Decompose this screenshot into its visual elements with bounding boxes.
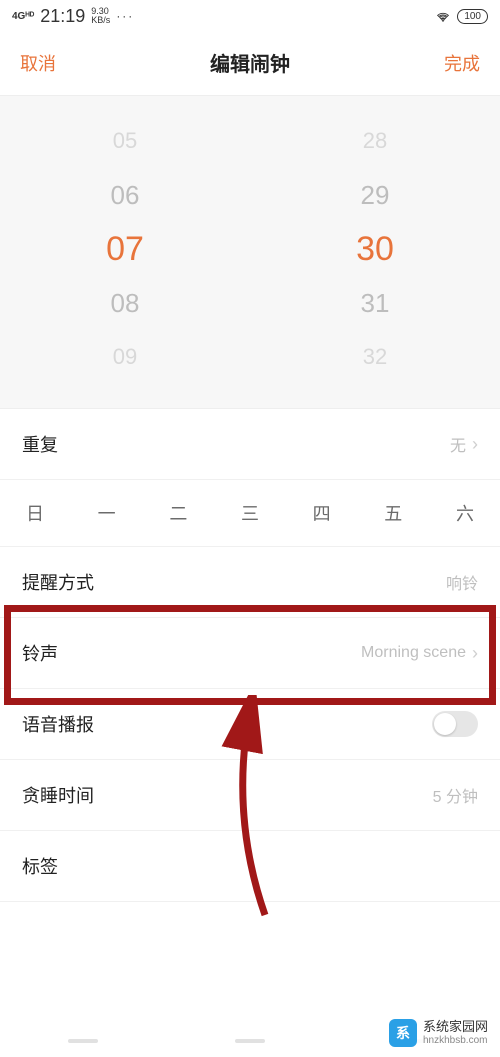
minute-column[interactable]: 28 29 30 31 32 — [250, 120, 500, 378]
ringtone-value: Morning scene — [361, 644, 466, 662]
weekday-mon[interactable]: 一 — [98, 500, 116, 526]
ringtone-row[interactable]: 铃声 Morning scene › — [0, 618, 500, 689]
weekday-tue[interactable]: 二 — [169, 500, 187, 526]
voice-toggle[interactable] — [432, 711, 478, 737]
weekday-sun[interactable]: 日 — [26, 500, 44, 526]
repeat-row[interactable]: 重复 无 › — [0, 409, 500, 480]
network-indicator: 4Gᴴᴰ — [12, 11, 34, 22]
wifi-icon — [435, 10, 451, 22]
watermark-text: 系统家园网 hnzkhbsb.com — [423, 1020, 488, 1046]
cancel-button[interactable]: 取消 — [20, 50, 56, 76]
settings-list: 重复 无 › 日 一 二 三 四 五 六 提醒方式 响铃 铃声 Morning … — [0, 409, 500, 902]
battery-indicator: 100 — [457, 9, 488, 24]
hour-option[interactable]: 09 — [113, 336, 137, 378]
status-time: 21:19 — [40, 6, 85, 27]
snooze-row[interactable]: 贪睡时间 5 分钟 — [0, 760, 500, 831]
voice-label: 语音播报 — [22, 711, 94, 737]
tag-row[interactable]: 标签 — [0, 831, 500, 902]
minute-option[interactable]: 32 — [363, 336, 387, 378]
hour-option[interactable]: 06 — [111, 174, 140, 216]
more-dots: ··· — [116, 9, 134, 23]
remind-label: 提醒方式 — [22, 569, 94, 595]
hour-option[interactable]: 08 — [111, 282, 140, 324]
hour-option[interactable]: 05 — [113, 120, 137, 162]
remind-value: 响铃 — [446, 570, 478, 594]
weekday-fri[interactable]: 五 — [384, 500, 402, 526]
status-bar: 4Gᴴᴰ 21:19 9.30 KB/s ··· 100 — [0, 0, 500, 32]
remind-method-row[interactable]: 提醒方式 响铃 — [0, 547, 500, 618]
watermark-brand: 系统家园网 — [423, 1020, 488, 1035]
minute-option[interactable]: 28 — [363, 120, 387, 162]
chevron-right-icon: › — [472, 434, 478, 455]
snooze-value: 5 分钟 — [433, 783, 478, 807]
done-button[interactable]: 完成 — [444, 50, 480, 76]
watermark: 系 系统家园网 hnzkhbsb.com — [385, 1017, 492, 1049]
weekday-wed[interactable]: 三 — [241, 500, 259, 526]
weekday-selector[interactable]: 日 一 二 三 四 五 六 — [0, 480, 500, 547]
net-speed-unit: KB/s — [91, 15, 110, 25]
snooze-label: 贪睡时间 — [22, 782, 94, 808]
minute-selected[interactable]: 30 — [356, 228, 394, 270]
chevron-right-icon: › — [472, 643, 478, 664]
repeat-label: 重复 — [22, 431, 58, 457]
repeat-value: 无 — [450, 432, 466, 456]
battery-value: 100 — [464, 11, 481, 22]
status-left: 4Gᴴᴰ 21:19 9.30 KB/s ··· — [12, 6, 134, 27]
hour-column[interactable]: 05 06 07 08 09 — [0, 120, 250, 378]
ringtone-label: 铃声 — [22, 640, 58, 666]
minute-option[interactable]: 31 — [361, 282, 390, 324]
net-speed: 9.30 KB/s — [91, 7, 110, 25]
hour-selected[interactable]: 07 — [106, 228, 144, 270]
voice-broadcast-row[interactable]: 语音播报 — [0, 689, 500, 760]
watermark-logo: 系 — [389, 1019, 417, 1047]
watermark-url: hnzkhbsb.com — [423, 1035, 488, 1047]
status-right: 100 — [435, 9, 488, 24]
weekday-sat[interactable]: 六 — [456, 500, 474, 526]
page-title: 编辑闹钟 — [210, 48, 290, 77]
nav-header: 取消 编辑闹钟 完成 — [0, 32, 500, 95]
minute-option[interactable]: 29 — [361, 174, 390, 216]
tag-label: 标签 — [22, 853, 58, 879]
weekday-thu[interactable]: 四 — [313, 500, 331, 526]
time-picker[interactable]: 05 06 07 08 09 28 29 30 31 32 — [0, 95, 500, 409]
